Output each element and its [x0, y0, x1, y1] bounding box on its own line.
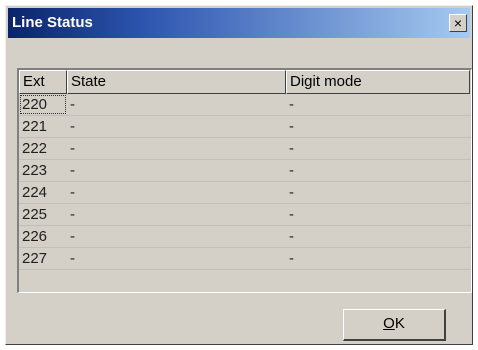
column-header-ext[interactable]: Ext	[19, 70, 67, 94]
table-row[interactable]: 227 - -	[19, 248, 471, 270]
table-row[interactable]: 222 - -	[19, 138, 471, 160]
table-row[interactable]: 223 - -	[19, 160, 471, 182]
cell-state: -	[70, 118, 75, 135]
ok-label-rest: K	[394, 315, 405, 332]
cell-state: -	[70, 96, 75, 113]
dialog-title: Line Status	[12, 14, 93, 31]
cell-ext: 227	[22, 250, 48, 267]
cell-state: -	[70, 140, 75, 157]
cell-ext: 224	[22, 184, 48, 201]
ok-label-accelerator: O	[383, 315, 395, 332]
list-header: Ext State Digit mode	[19, 70, 471, 94]
column-header-digit-mode[interactable]: Digit mode	[286, 70, 470, 94]
title-bar[interactable]: Line Status ×	[8, 8, 470, 38]
line-status-dialog: Line Status × Ext State Digit mode 220 -…	[5, 5, 473, 345]
table-row[interactable]: 226 - -	[19, 226, 471, 248]
cell-ext: 225	[22, 206, 48, 223]
table-row[interactable]: 224 - -	[19, 182, 471, 204]
cell-digit-mode: -	[289, 184, 294, 201]
cell-ext: 226	[22, 228, 48, 245]
cell-state: -	[70, 228, 75, 245]
cell-ext: 221	[22, 118, 48, 135]
cell-digit-mode: -	[289, 228, 294, 245]
cell-digit-mode: -	[289, 206, 294, 223]
table-row[interactable]: 220 - -	[19, 94, 471, 116]
cell-state: -	[70, 206, 75, 223]
close-icon: ×	[453, 15, 463, 31]
close-button[interactable]: ×	[449, 14, 467, 32]
cell-ext: 222	[22, 140, 48, 157]
cell-ext: 223	[22, 162, 48, 179]
cell-state: -	[70, 184, 75, 201]
cell-state: -	[70, 162, 75, 179]
line-status-list[interactable]: Ext State Digit mode 220 - - 221 - - 222…	[17, 68, 472, 293]
cell-state: -	[70, 250, 75, 267]
ok-button[interactable]: OK	[343, 309, 446, 341]
table-row[interactable]: 225 - -	[19, 204, 471, 226]
cell-digit-mode: -	[289, 162, 294, 179]
column-header-state[interactable]: State	[67, 70, 286, 94]
cell-digit-mode: -	[289, 96, 294, 113]
cell-digit-mode: -	[289, 250, 294, 267]
cell-digit-mode: -	[289, 118, 294, 135]
cell-digit-mode: -	[289, 140, 294, 157]
cell-ext: 220	[19, 94, 67, 115]
table-row[interactable]: 221 - -	[19, 116, 471, 138]
